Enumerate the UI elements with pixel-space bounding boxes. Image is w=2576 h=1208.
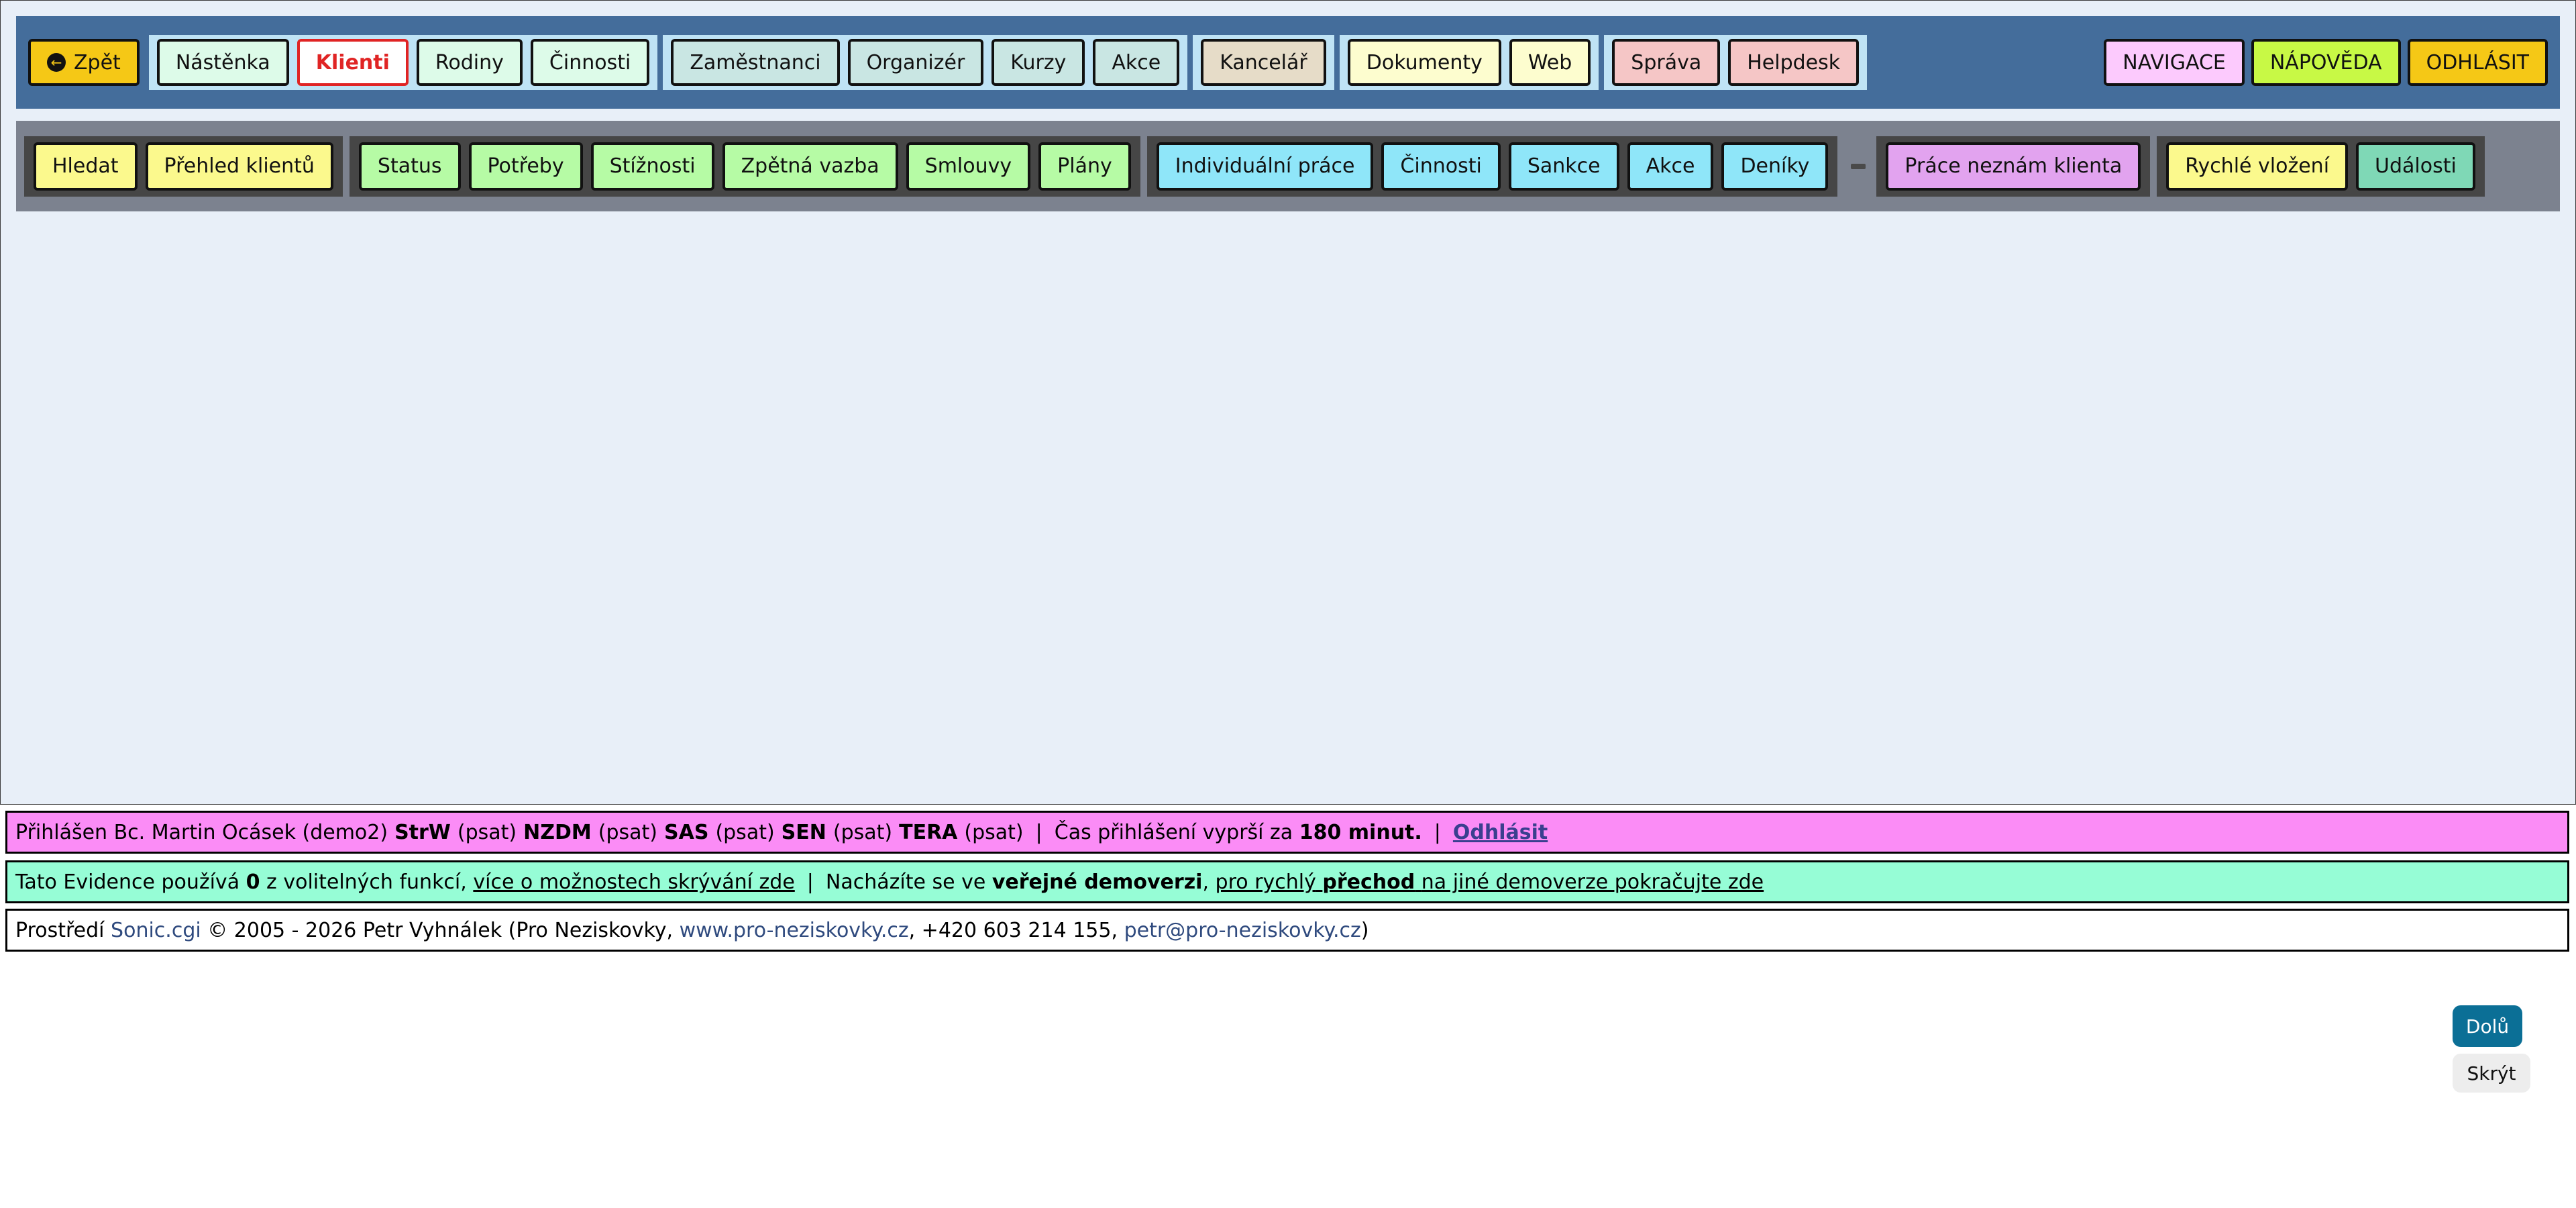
- nav-nastenka-button[interactable]: Nástěnka: [156, 39, 289, 86]
- login-unit: NZDM (psat): [523, 821, 657, 844]
- login-status-bar: Přihlášen Bc. Martin Ocásek (demo2) StrW…: [5, 811, 2569, 854]
- nav-akce-button[interactable]: Akce: [1093, 39, 1180, 86]
- evidence-info-bar: Tato Evidence používá 0 z volitelných fu…: [5, 860, 2569, 903]
- main-navigation-bar: ← Zpět Nástěnka Klienti Rodiny Činnosti Zamě…: [16, 16, 2560, 109]
- login-unit-name: TERA: [899, 820, 958, 844]
- main-nav-group: Zaměstnanci Organizér Kurzy Akce: [663, 35, 1188, 90]
- nav-kurzy-button[interactable]: Kurzy: [991, 39, 1085, 86]
- login-units: StrW (psat) NZDM (psat) SAS (psat) SEN (psat) TE…: [388, 821, 1024, 844]
- back-button[interactable]: ← Zpět: [28, 39, 140, 86]
- nav-prehled-klientu-button[interactable]: Přehled klientů: [145, 142, 333, 191]
- nav-sankce-button[interactable]: Sankce: [1508, 142, 1619, 191]
- sub-nav-group: Individuální práce Činnosti Sankce Akce Dení…: [1146, 136, 1838, 197]
- evidence-text-3: Nacházíte se ve: [825, 870, 986, 894]
- main-nav-group: Kancelář: [1193, 35, 1334, 90]
- sub-nav-group: Status Potřeby Stížnosti Zpětná vazba Smlouv…: [349, 136, 1140, 197]
- login-unit-mode: (psat): [715, 820, 775, 844]
- other-demos-link-part-2: na jiné demoverze pokračujte zde: [1421, 870, 1764, 894]
- main-nav-groups: Nástěnka Klienti Rodiny Činnosti Zaměstnanci…: [148, 35, 1872, 90]
- nav-napoveda-button[interactable]: NÁPOVĚDA: [2251, 39, 2401, 86]
- evidence-text-2: z volitelných funkcí,: [266, 870, 467, 894]
- nav-klienti-button[interactable]: Klienti: [297, 39, 409, 86]
- nav-smlouvy-button[interactable]: Smlouvy: [906, 142, 1031, 191]
- sub-nav-groups: Hledat Přehled klientů Status Potřeby Stížno…: [24, 136, 2491, 197]
- login-expiry-text: Čas přihlášení vyprší za: [1054, 820, 1293, 844]
- nav-individualni-prace-button[interactable]: Individuální práce: [1156, 142, 1374, 191]
- evidence-count: 0: [246, 870, 260, 894]
- nav-rodiny-button[interactable]: Rodiny: [416, 39, 523, 86]
- nav-status-button[interactable]: Status: [358, 142, 461, 191]
- scroll-down-button[interactable]: Dolů: [2453, 1005, 2522, 1047]
- nav-hledat-button[interactable]: Hledat: [34, 142, 138, 191]
- nav-udalosti-button[interactable]: Události: [2356, 142, 2475, 191]
- login-unit-name: SAS: [664, 820, 709, 844]
- nav-zamestnanci-button[interactable]: Zaměstnanci: [671, 39, 840, 86]
- utility-nav: NAVIGACE NÁPOVĚDA ODHLÁSIT: [2097, 39, 2548, 86]
- login-unit-name: StrW: [394, 820, 451, 844]
- login-unit: SAS (psat): [664, 821, 775, 844]
- main-nav-group: Správa Helpdesk: [1604, 35, 1868, 90]
- footer-text-4: ): [1360, 918, 1369, 942]
- main-nav-group: Nástěnka Klienti Rodiny Činnosti: [148, 35, 658, 90]
- other-demos-link[interactable]: pro rychlý přechod na jiné demoverze pok…: [1216, 870, 1764, 894]
- login-separator: |: [1035, 820, 1042, 844]
- nav-zpetna-vazba-button[interactable]: Zpětná vazba: [722, 142, 898, 191]
- evidence-comma: ,: [1202, 870, 1209, 894]
- nav-cinnosti-button[interactable]: Činnosti: [530, 39, 650, 86]
- other-demos-link-part-1: pro rychlý: [1215, 870, 1316, 894]
- login-separator-2: |: [1434, 820, 1441, 844]
- sub-nav-group: Rychlé vložení Události: [2157, 136, 2485, 197]
- subnav-separator: [1851, 163, 1866, 169]
- logout-link[interactable]: Odhlásit: [1453, 821, 1548, 844]
- footer-text-2: © 2005 - 2026 Petr Vyhnálek (Pro Nezisko…: [207, 918, 674, 942]
- login-user-text: Přihlášen Bc. Martin Ocásek (demo2): [15, 820, 388, 844]
- public-demo-text: veřejné demoverzi: [991, 870, 1203, 894]
- nav-organizer-button[interactable]: Organizér: [847, 39, 984, 86]
- sonic-link[interactable]: Sonic.cgi: [111, 919, 201, 942]
- evidence-separator: |: [806, 870, 814, 894]
- sub-navigation-bar: Hledat Přehled klientů Status Potřeby Stížno…: [16, 121, 2560, 211]
- nav-plany-button[interactable]: Plány: [1038, 142, 1131, 191]
- nav-akce-sub-button[interactable]: Akce: [1627, 142, 1714, 191]
- other-demos-link-bold: přechod: [1322, 870, 1415, 894]
- arrow-left-circle-icon: ←: [47, 53, 66, 72]
- footer-text-1: Prostředí: [15, 918, 105, 942]
- login-unit-mode: (psat): [833, 820, 893, 844]
- footer-text-3: , +420 603 214 155,: [908, 918, 1118, 942]
- nav-dokumenty-button[interactable]: Dokumenty: [1347, 39, 1501, 86]
- sub-nav-group: Práce neznám klienta: [1876, 136, 2151, 197]
- main-nav-group: Dokumenty Web: [1339, 35, 1599, 90]
- nav-potreby-button[interactable]: Potřeby: [468, 142, 583, 191]
- nav-deniky-button[interactable]: Deníky: [1721, 142, 1829, 191]
- login-unit-name: SEN: [781, 820, 826, 844]
- hide-button[interactable]: Skrýt: [2453, 1054, 2530, 1093]
- nav-sprava-button[interactable]: Správa: [1612, 39, 1721, 86]
- login-unit-mode: (psat): [964, 820, 1024, 844]
- back-button-label: Zpět: [74, 50, 121, 74]
- login-unit-name: NZDM: [523, 820, 592, 844]
- nav-navigace-button[interactable]: NAVIGACE: [2104, 39, 2245, 86]
- login-unit: SEN (psat): [782, 821, 892, 844]
- login-unit: TERA (psat): [899, 821, 1024, 844]
- nav-helpdesk-button[interactable]: Helpdesk: [1728, 39, 1860, 86]
- evidence-text-1: Tato Evidence používá: [15, 870, 240, 894]
- nav-web-button[interactable]: Web: [1509, 39, 1591, 86]
- login-expiry-value: 180 minut.: [1299, 820, 1422, 844]
- website-link[interactable]: www.pro-neziskovky.cz: [680, 919, 909, 942]
- nav-stiznosti-button[interactable]: Stížnosti: [590, 142, 714, 191]
- hiding-options-link[interactable]: více o možnostech skrývání zde: [473, 870, 794, 894]
- sub-nav-group: Hledat Přehled klientů: [24, 136, 343, 197]
- nav-kancelar-button[interactable]: Kancelář: [1201, 39, 1326, 86]
- nav-rychle-vlozeni-button[interactable]: Rychlé vložení: [2166, 142, 2349, 191]
- environment-footer: Prostředí Sonic.cgi © 2005 - 2026 Petr V…: [5, 909, 2569, 952]
- login-unit-mode: (psat): [598, 820, 657, 844]
- nav-cinnosti-sub-button[interactable]: Činnosti: [1381, 142, 1501, 191]
- nav-prace-neznam-button[interactable]: Práce neznám klienta: [1886, 142, 2141, 191]
- nav-odhlasit-button[interactable]: ODHLÁSIT: [2407, 39, 2548, 86]
- login-unit-mode: (psat): [457, 820, 517, 844]
- email-link[interactable]: petr@pro-neziskovky.cz: [1124, 919, 1361, 942]
- login-unit: StrW (psat): [394, 821, 517, 844]
